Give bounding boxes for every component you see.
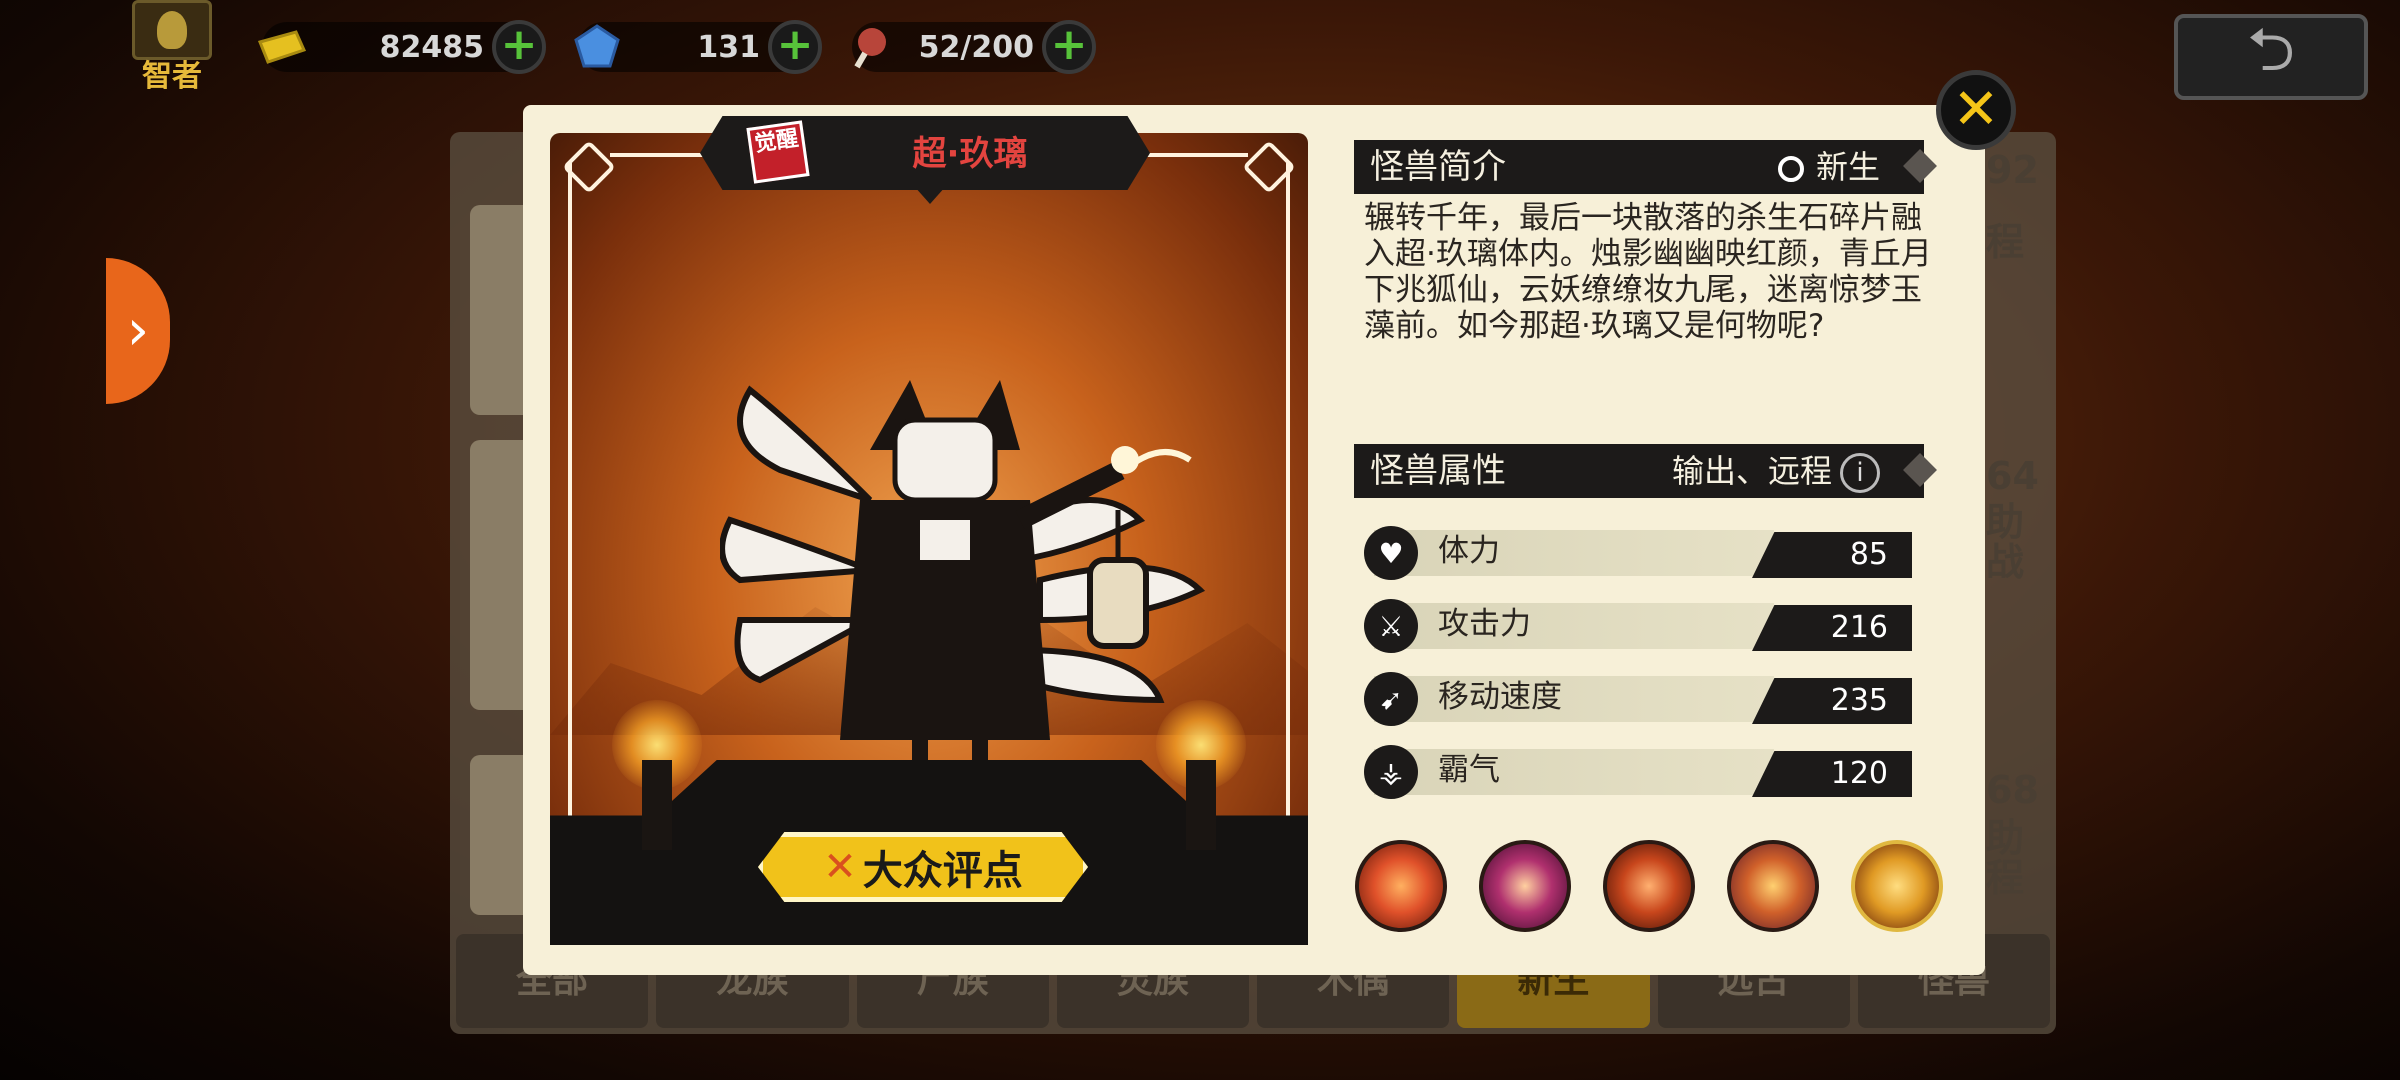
- stat-bar: [1374, 603, 1774, 649]
- stat-row-attack: ⚔ 攻击力 216: [1364, 599, 1912, 653]
- side-expand-tab[interactable]: ›: [106, 258, 170, 404]
- gem-counter: 131 +: [574, 20, 822, 74]
- list-partial-text: 92: [1986, 148, 2039, 192]
- role-wrap: 输出、远程 i: [1672, 444, 1880, 498]
- back-button[interactable]: ⮌: [2174, 14, 2368, 100]
- torch-right: [1186, 760, 1216, 850]
- add-gem-button[interactable]: +: [768, 20, 822, 74]
- gold-value: 82485: [379, 30, 484, 65]
- gold-icon: [257, 30, 307, 64]
- frame-border: [568, 163, 572, 883]
- claw-icon: ⚶: [1364, 745, 1418, 799]
- stat-name: 体力: [1438, 533, 1500, 569]
- faction-label: 新生: [1815, 148, 1880, 186]
- close-icon: ✕: [1952, 77, 2000, 142]
- faction-icon: [1777, 156, 1804, 182]
- list-partial-text: 64: [1986, 454, 2039, 498]
- torch-left: [642, 760, 672, 850]
- stat-row-stamina: ♥ 体力 85: [1364, 526, 1912, 580]
- attributes-title: 怪兽属性: [1370, 451, 1506, 491]
- fire-skill-icon[interactable]: [1355, 840, 1447, 932]
- stat-name: 霸气: [1438, 752, 1500, 788]
- stamina-counter: 52/200 +: [852, 20, 1096, 74]
- stat-value: 235: [1752, 678, 1912, 724]
- info-icon[interactable]: i: [1840, 453, 1880, 493]
- public-rating-button[interactable]: ✕ 大众评点: [758, 832, 1088, 902]
- stat-value: 120: [1752, 751, 1912, 797]
- slash-skill-icon[interactable]: [1603, 840, 1695, 932]
- lightbulb-icon: [132, 0, 212, 60]
- awaken-badge: 觉醒: [746, 120, 810, 184]
- stat-row-dominance: ⚶ 霸气 120: [1364, 745, 1912, 799]
- monster-description: 辗转千年，最后一块散落的杀生石碎片融入超·玖璃体内。烛影幽幽映红颜，青丘月下兆狐…: [1364, 200, 1932, 344]
- stat-bar: [1374, 530, 1774, 576]
- public-rating-label: 大众评点: [862, 848, 1023, 894]
- stat-bar: [1374, 676, 1774, 722]
- meat-icon: [854, 28, 886, 69]
- stat-row-speed: ➹ 移动速度 235: [1364, 672, 1912, 726]
- top-hud: 智者 82485 + 131 + 52/200 + ⮌: [0, 0, 2400, 100]
- shield-skill-icon[interactable]: [1727, 840, 1819, 932]
- stat-value: 85: [1752, 532, 1912, 578]
- role-label: 输出、远程: [1671, 452, 1832, 490]
- attributes-header: 怪兽属性 输出、远程 i: [1354, 444, 1937, 498]
- list-partial-text: 程: [1986, 220, 2025, 264]
- faction-label-wrap: 新生: [1777, 140, 1880, 194]
- list-partial-text: 战: [1986, 540, 2025, 584]
- monster-name: 超·玖璃: [912, 134, 1028, 174]
- fox-skill-icon[interactable]: [1851, 840, 1943, 932]
- gold-counter: 82485 +: [257, 20, 546, 74]
- list-partial-text: 助: [1986, 816, 2025, 860]
- intro-header: 怪兽简介 新生: [1354, 140, 1937, 194]
- stat-bar: [1374, 749, 1774, 795]
- rank-badge[interactable]: 智者: [130, 0, 214, 96]
- return-arrow-icon: ⮌: [2246, 15, 2296, 85]
- nine-tailed-fox-character: [720, 380, 1206, 780]
- skill-list: [1355, 840, 1949, 936]
- add-stamina-button[interactable]: +: [1042, 20, 1096, 74]
- close-button[interactable]: ✕: [1936, 70, 2016, 150]
- stamina-value: 52/200: [918, 30, 1034, 65]
- banner-tip: [914, 186, 946, 204]
- cross-swords-icon: ✕: [823, 844, 857, 890]
- sword-icon: ⚔: [1364, 599, 1418, 653]
- list-partial-text: 程: [1986, 856, 2025, 900]
- stat-name: 攻击力: [1438, 606, 1531, 642]
- chevron-right-icon: ›: [126, 298, 150, 363]
- list-partial-text: 助: [1986, 500, 2025, 544]
- add-gold-button[interactable]: +: [492, 20, 546, 74]
- boot-icon: ➹: [1364, 672, 1418, 726]
- rank-label: 智者: [142, 59, 202, 94]
- intro-title: 怪兽简介: [1370, 147, 1506, 187]
- orb-skill-icon[interactable]: [1479, 840, 1571, 932]
- gem-value: 131: [697, 30, 760, 65]
- stat-value: 216: [1752, 605, 1912, 651]
- list-partial-text: 68: [1986, 768, 2039, 812]
- stat-name: 移动速度: [1438, 679, 1562, 715]
- frame-border: [1286, 163, 1290, 883]
- gem-icon: [574, 24, 620, 68]
- heart-icon: ♥: [1364, 526, 1418, 580]
